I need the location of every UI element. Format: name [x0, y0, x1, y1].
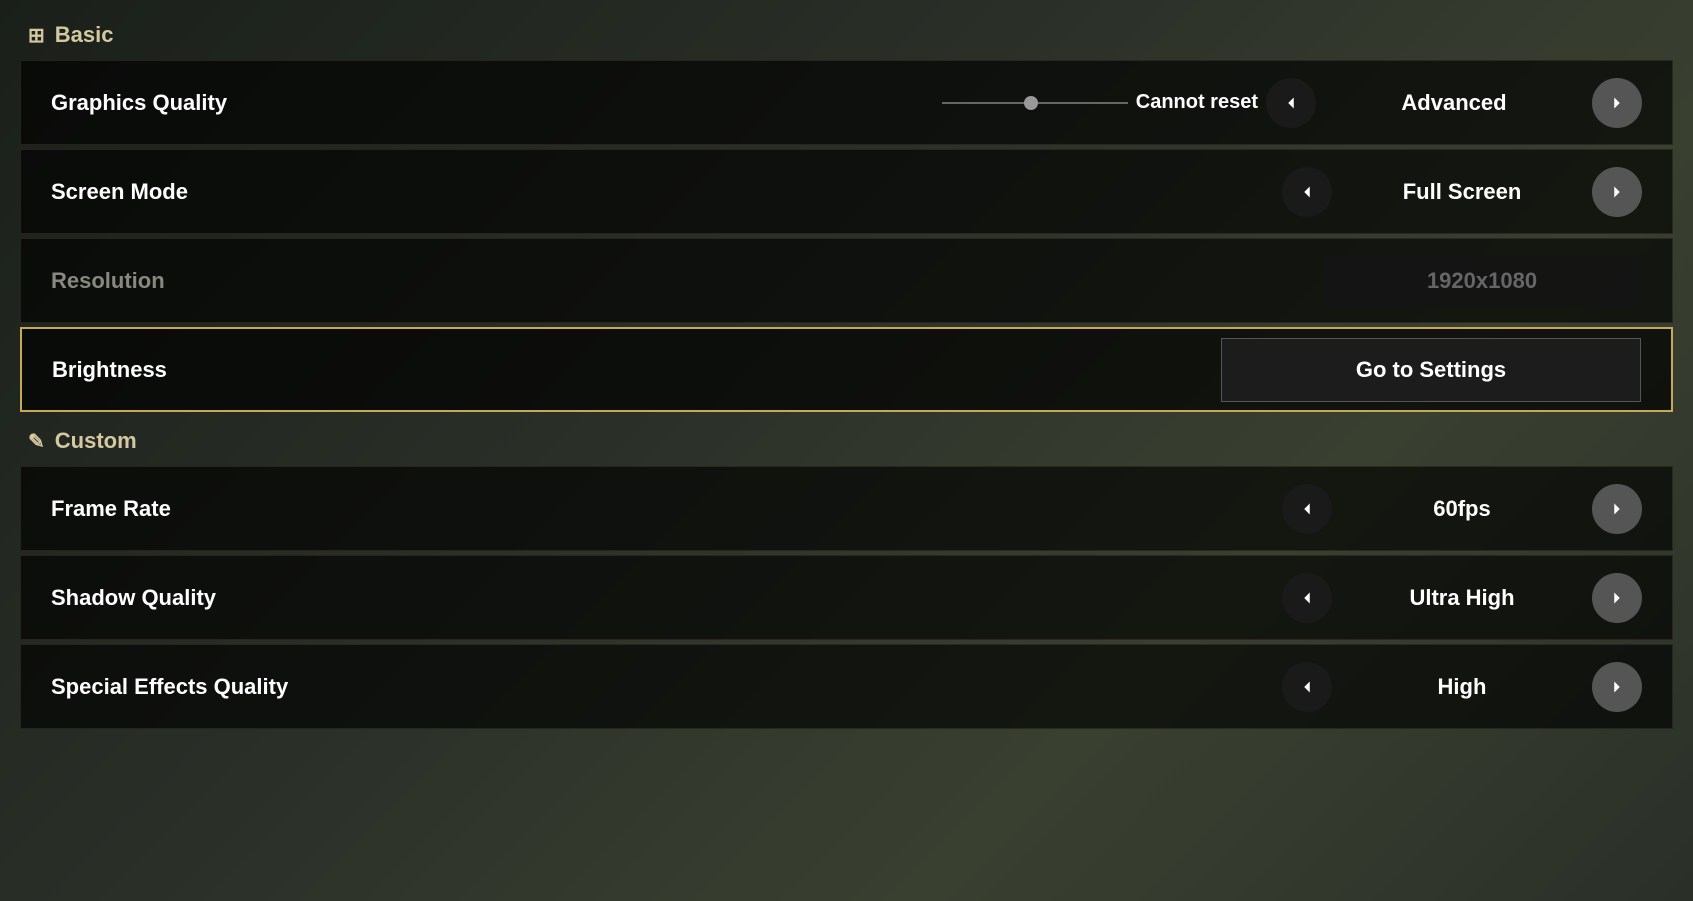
- basic-label: Basic: [55, 22, 114, 48]
- frame-rate-label: Frame Rate: [51, 496, 1222, 522]
- frame-rate-row: Frame Rate 60fps: [20, 466, 1673, 551]
- basic-icon: ⊞: [28, 23, 45, 48]
- shadow-quality-value: Ultra High: [1332, 585, 1592, 611]
- special-effects-label: Special Effects Quality: [51, 674, 1222, 700]
- screen-mode-prev-button[interactable]: [1282, 167, 1332, 217]
- graphics-quality-controls: Cannot reset Advanced: [942, 78, 1642, 128]
- graphics-slider-track: [942, 102, 1128, 104]
- resolution-value: 1920x1080: [1322, 256, 1642, 306]
- brightness-row: Brightness Go to Settings: [20, 327, 1673, 412]
- resolution-label: Resolution: [51, 268, 1222, 294]
- frame-rate-value: 60fps: [1332, 496, 1592, 522]
- screen-mode-controls: Full Screen: [1222, 167, 1642, 217]
- basic-section-header: ⊞ Basic: [20, 10, 1673, 60]
- brightness-label: Brightness: [52, 357, 1221, 383]
- resolution-row: Resolution 1920x1080: [20, 238, 1673, 323]
- graphics-quality-row: Graphics Quality Cannot reset Advanced: [20, 60, 1673, 145]
- custom-label: Custom: [55, 428, 137, 454]
- graphics-quality-label: Graphics Quality: [51, 90, 942, 116]
- special-effects-controls: High: [1222, 662, 1642, 712]
- special-effects-row: Special Effects Quality High: [20, 644, 1673, 729]
- shadow-quality-prev-button[interactable]: [1282, 573, 1332, 623]
- custom-icon: ✎: [28, 429, 45, 454]
- special-effects-value: High: [1332, 674, 1592, 700]
- special-effects-prev-button[interactable]: [1282, 662, 1332, 712]
- brightness-controls: Go to Settings: [1221, 338, 1641, 402]
- graphics-quality-prev-button[interactable]: [1266, 78, 1316, 128]
- graphics-slider-section: [942, 102, 1128, 104]
- shadow-quality-next-button[interactable]: [1592, 573, 1642, 623]
- special-effects-next-button[interactable]: [1592, 662, 1642, 712]
- graphics-quality-next-button[interactable]: [1592, 78, 1642, 128]
- frame-rate-controls: 60fps: [1222, 484, 1642, 534]
- frame-rate-next-button[interactable]: [1592, 484, 1642, 534]
- custom-section-header: ✎ Custom: [20, 416, 1673, 466]
- graphics-quality-value: Advanced: [1324, 90, 1584, 116]
- screen-mode-label: Screen Mode: [51, 179, 1222, 205]
- frame-rate-prev-button[interactable]: [1282, 484, 1332, 534]
- shadow-quality-row: Shadow Quality Ultra High: [20, 555, 1673, 640]
- shadow-quality-label: Shadow Quality: [51, 585, 1222, 611]
- go-to-settings-button[interactable]: Go to Settings: [1221, 338, 1641, 402]
- screen-mode-next-button[interactable]: [1592, 167, 1642, 217]
- graphics-slider-thumb: [1024, 96, 1038, 110]
- resolution-controls: 1920x1080: [1222, 256, 1642, 306]
- cannot-reset-label: Cannot reset: [1136, 91, 1258, 114]
- shadow-quality-controls: Ultra High: [1222, 573, 1642, 623]
- screen-mode-value: Full Screen: [1332, 179, 1592, 205]
- screen-mode-row: Screen Mode Full Screen: [20, 149, 1673, 234]
